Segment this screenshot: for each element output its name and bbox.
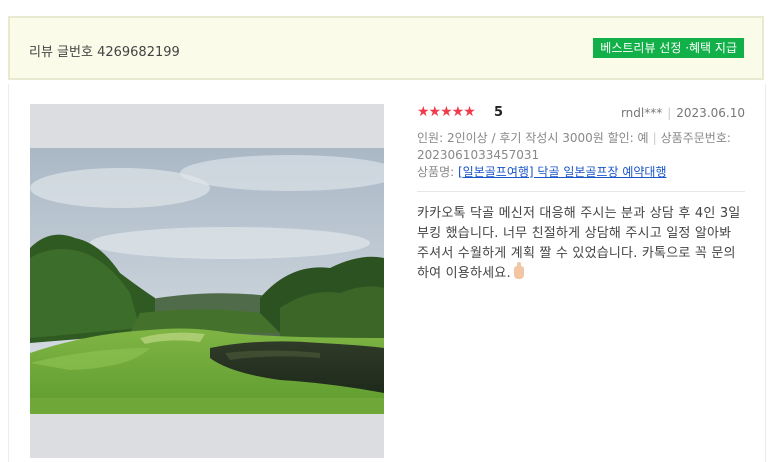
review-card: ★★★★★ 5 rndl*** | 2023.06.10 인원: 2인이상 / 후기… xyxy=(8,84,766,462)
separator: | xyxy=(667,106,672,120)
order-number-label: 상품주문번호: xyxy=(660,131,731,145)
best-review-badge: 베스트리뷰 선정 ·혜택 지급 xyxy=(593,38,744,58)
review-text: 카카오톡 닥골 메신저 대응해 주시는 분과 상담 후 4인 3일 부킹 했습니… xyxy=(417,206,741,281)
review-number: 리뷰 글번호 4269682199 xyxy=(29,45,180,60)
order-number: 2023061033457031 xyxy=(417,148,540,162)
product-line: 상품명: [일본골프여행] 닥골 일본골프장 예약대행 xyxy=(417,164,745,181)
review-meta: ★★★★★ 5 rndl*** | 2023.06.10 인원: 2인이상 / 후기… xyxy=(417,104,745,284)
purchase-info: 인원: 2인이상 / 후기 작성시 3000원 할인: 예 | 상품주문번호: 20… xyxy=(417,130,745,164)
review-header: 리뷰 글번호 4269682199 베스트리뷰 선정 ·혜택 지급 xyxy=(8,16,764,80)
review-photo-frame[interactable] xyxy=(30,104,384,458)
rating-score: 5 xyxy=(494,105,504,120)
option-info: 인원: 2인이상 / 후기 작성시 3000원 할인: 예 xyxy=(417,131,649,145)
review-page: 리뷰 글번호 4269682199 베스트리뷰 선정 ·혜택 지급 ★★★★★ … xyxy=(0,0,773,462)
writer-id: rndl*** xyxy=(620,106,663,120)
review-photo[interactable] xyxy=(30,148,384,414)
rating-row: ★★★★★ 5 rndl*** | 2023.06.10 xyxy=(417,104,745,122)
writer-date: rndl*** | 2023.06.10 xyxy=(621,106,745,120)
review-content: 카카오톡 닥골 메신저 대응해 주시는 분과 상담 후 4인 3일 부킹 했습니… xyxy=(417,204,745,284)
review-date: 2023.06.10 xyxy=(676,106,745,120)
hand-icon xyxy=(513,262,524,279)
separator: | xyxy=(652,131,657,145)
star-rating-icon: ★★★★★ xyxy=(417,104,476,120)
divider xyxy=(417,191,745,192)
product-name-link[interactable]: [일본골프여행] 닥골 일본골프장 예약대행 xyxy=(458,165,667,179)
product-label: 상품명: xyxy=(417,165,455,179)
